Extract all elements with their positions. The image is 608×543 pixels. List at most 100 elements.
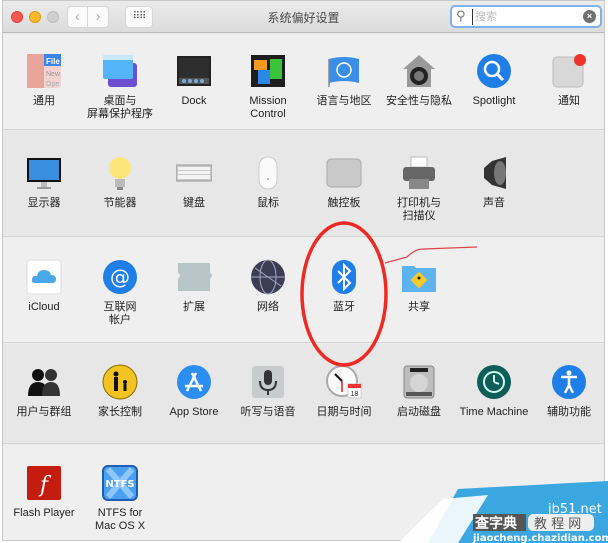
pane-security[interactable]: 安全性与隐私 (381, 53, 457, 108)
mission-control-icon (250, 53, 286, 89)
pane-label: 节能器 (103, 197, 137, 209)
pane-network[interactable]: 网络 (230, 259, 306, 314)
pane-sharing[interactable]: 共享 (381, 259, 457, 314)
time-machine-icon (476, 364, 512, 400)
chevron-left-icon: ‹ (75, 8, 80, 25)
sound-icon (476, 155, 512, 191)
pane-notifications[interactable]: 通知 (531, 53, 604, 108)
dock-icon (176, 53, 212, 89)
pane-energy[interactable]: 节能器 (82, 155, 158, 210)
pane-label: 扩展 (183, 301, 205, 313)
pane-label: App Store (169, 406, 219, 418)
ntfs-icon: NTFS (102, 465, 138, 501)
pane-general[interactable]: File New Ope 通用 (6, 53, 82, 108)
search-field[interactable]: ⚲ × (450, 5, 602, 28)
notifications-icon (551, 53, 587, 89)
pane-startup[interactable]: 启动磁盘 (381, 364, 457, 419)
sharing-icon (401, 259, 437, 295)
security-privacy-icon (401, 53, 437, 89)
pane-label: 显示器 (27, 197, 61, 209)
pane-bluetooth[interactable]: 蓝牙 (306, 259, 382, 314)
spotlight-icon (476, 53, 512, 89)
general-icon: File New Ope (26, 53, 62, 89)
pane-label: Mission Control (249, 95, 287, 120)
forward-button[interactable]: › (88, 6, 109, 28)
pane-mission-control[interactable]: Mission Control (230, 53, 306, 121)
pane-sound[interactable]: 声音 (456, 155, 532, 210)
pane-label: 安全性与隐私 (386, 95, 452, 107)
internet-accounts-icon: @ (102, 259, 138, 295)
display-icon (26, 155, 62, 191)
pane-label: 触控板 (327, 197, 361, 209)
search-icon: ⚲ (456, 8, 466, 23)
pane-ntfs[interactable]: NTFS NTFS for Mac OS X (82, 465, 158, 533)
pane-trackpad[interactable]: 触控板 (306, 155, 382, 210)
pane-label: 鼠标 (257, 197, 279, 209)
svg-text:@: @ (110, 265, 130, 289)
show-all-button[interactable]: ⠿⠿ (125, 6, 153, 28)
pane-keyboard[interactable]: 键盘 (156, 155, 232, 210)
pane-appstore[interactable]: App Store (156, 364, 232, 419)
clear-icon[interactable]: × (583, 10, 596, 23)
pane-label: 辅助功能 (547, 406, 591, 418)
trackpad-icon (326, 155, 362, 191)
pane-label: Dock (181, 95, 207, 107)
pane-dictation[interactable]: 听写与语音 (230, 364, 306, 419)
title-bar: ‹ › ⠿⠿ 系统偏好设置 ⚲ × (3, 1, 604, 33)
pane-label: Spotlight (472, 95, 516, 107)
pane-label: 日期与时间 (316, 406, 372, 418)
pane-label: 桌面与 屏幕保护程序 (87, 95, 153, 120)
pane-flash[interactable]: f Flash Player (6, 465, 82, 520)
pane-label: 共享 (408, 301, 430, 313)
pane-accessibility[interactable]: 辅助功能 (531, 364, 604, 419)
pane-internet-accounts[interactable]: @ 互联网 帐户 (82, 259, 158, 327)
parental-controls-icon (102, 364, 138, 400)
minimize-window-button[interactable] (29, 11, 41, 23)
pane-label: 启动磁盘 (397, 406, 441, 418)
pane-icloud[interactable]: iCloud (6, 259, 82, 314)
pane-label: 通知 (558, 95, 580, 107)
pane-displays[interactable]: 显示器 (6, 155, 82, 210)
pane-label: 互联网 帐户 (103, 301, 137, 326)
pane-desktop[interactable]: 桌面与 屏幕保护程序 (82, 53, 158, 121)
accessibility-icon (551, 364, 587, 400)
zoom-window-button[interactable] (47, 11, 59, 23)
pane-label: 键盘 (183, 197, 205, 209)
svg-text:Ope: Ope (46, 81, 59, 88)
pane-dock[interactable]: Dock (156, 53, 232, 108)
extensions-icon (176, 259, 212, 295)
pane-label: iCloud (28, 301, 60, 313)
users-groups-icon (26, 364, 62, 400)
pane-language[interactable]: 语言与地区 (306, 53, 382, 108)
pane-label: 听写与语音 (240, 406, 296, 418)
pane-label: 网络 (257, 301, 279, 313)
printer-icon (401, 155, 437, 191)
mouse-icon (250, 155, 286, 191)
pane-label: 打印机与 扫描仪 (397, 197, 441, 222)
svg-text:New: New (46, 71, 61, 78)
app-store-icon (176, 364, 212, 400)
pane-printers[interactable]: 打印机与 扫描仪 (381, 155, 457, 223)
close-window-button[interactable] (11, 11, 23, 23)
pane-label: 蓝牙 (333, 301, 355, 313)
pane-parental[interactable]: 家长控制 (82, 364, 158, 419)
pane-datetime[interactable]: 18 日期与时间 (306, 364, 382, 419)
energy-saver-icon (102, 155, 138, 191)
pane-users[interactable]: 用户与群组 (6, 364, 82, 419)
pane-label: 家长控制 (98, 406, 142, 418)
language-region-icon (326, 53, 362, 89)
system-preferences-window: ‹ › ⠿⠿ 系统偏好设置 ⚲ × File New Ope 通用 桌面与 屏幕保护程序… (2, 0, 605, 541)
pane-label: 用户与群组 (16, 406, 72, 418)
grid-icon: ⠿⠿ (132, 11, 147, 22)
icloud-icon (26, 259, 62, 295)
pane-extensions[interactable]: 扩展 (156, 259, 232, 314)
pane-label: Time Machine (459, 406, 529, 418)
pane-timemachine[interactable]: Time Machine (456, 364, 532, 419)
pane-spotlight[interactable]: Spotlight (456, 53, 532, 108)
dictation-speech-icon (250, 364, 286, 400)
pane-label: NTFS for Mac OS X (94, 507, 146, 532)
pane-mouse[interactable]: 鼠标 (230, 155, 306, 210)
date-time-icon: 18 (326, 364, 362, 400)
back-button[interactable]: ‹ (67, 6, 88, 28)
search-input[interactable] (472, 9, 582, 25)
